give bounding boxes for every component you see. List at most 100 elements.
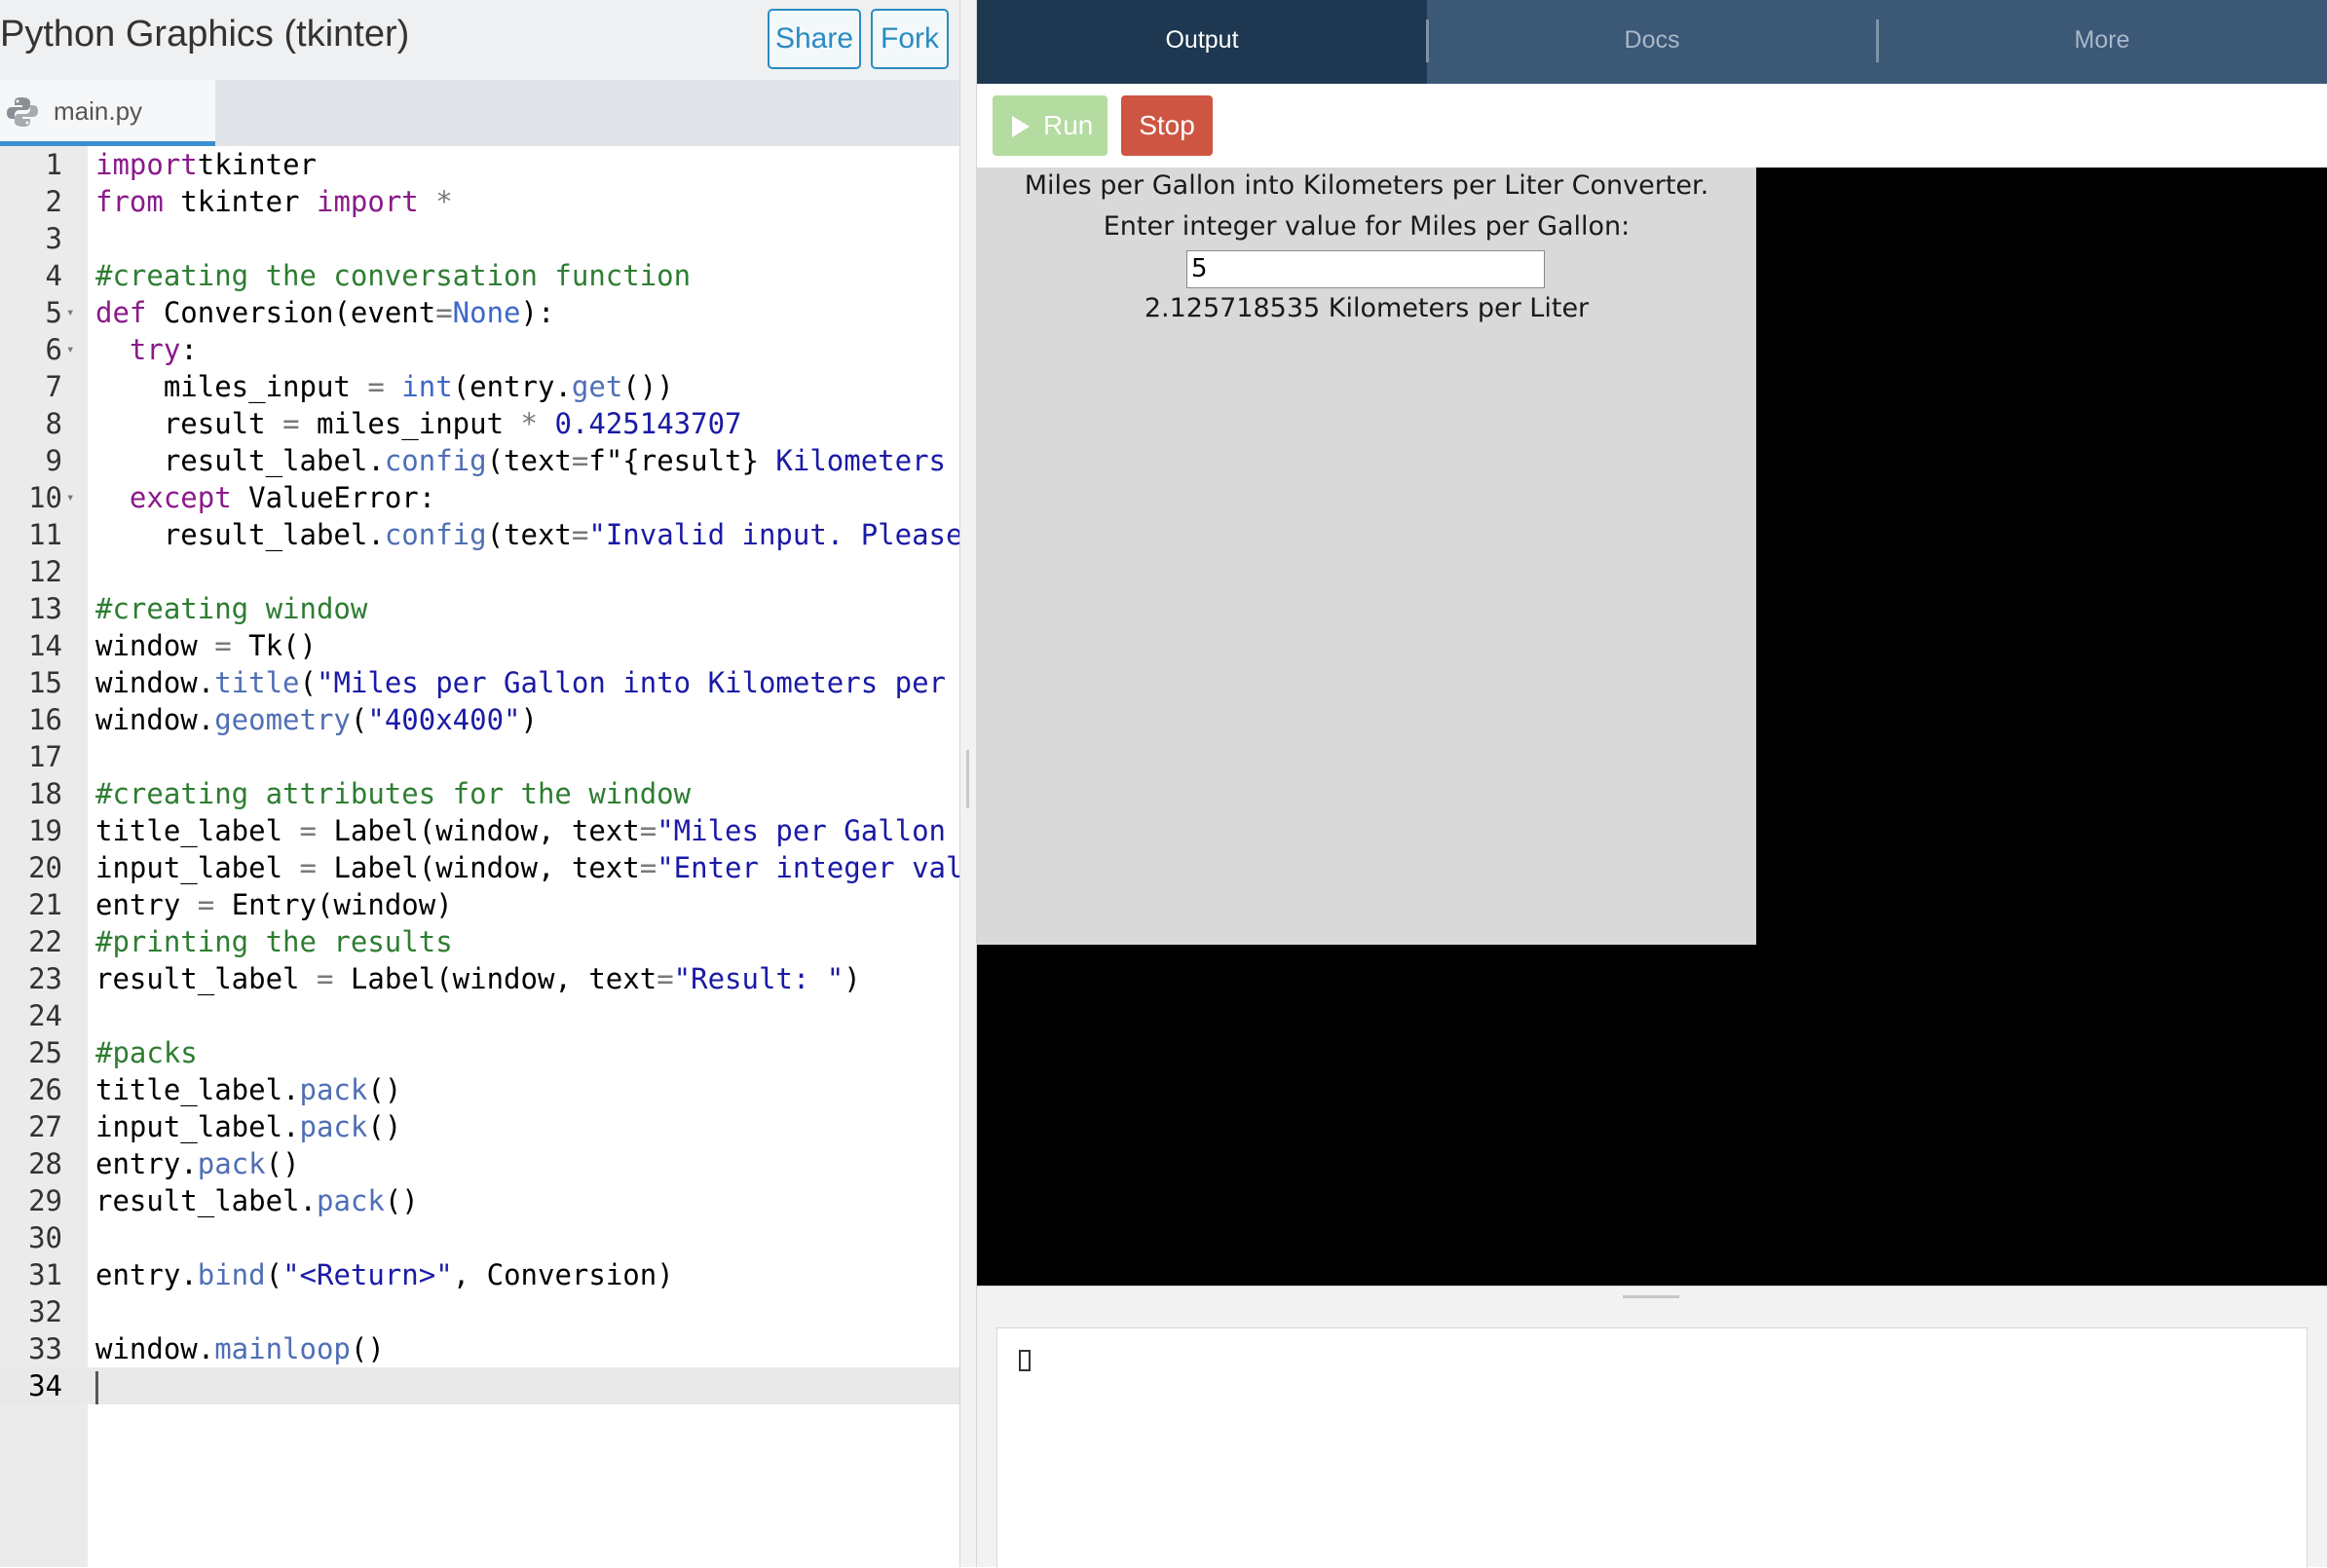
code-line[interactable]: 1 importtkinter [0, 146, 959, 183]
code-line[interactable]: 18 #creating attributes for the window [0, 775, 959, 812]
code-text: title_label = Label(window, text="Miles … [95, 812, 959, 849]
code-line[interactable]: 28 entry.pack() [0, 1145, 959, 1182]
code-line[interactable]: 20 input_label = Label(window, text="Ente… [0, 849, 959, 886]
line-number: 20 [28, 851, 62, 884]
output-tab-bar: Output Docs More [977, 0, 2327, 84]
code-text: title_label.pack() [95, 1071, 401, 1108]
code-token: = [282, 407, 300, 440]
code-line[interactable]: 21 entry = Entry(window) [0, 886, 959, 923]
code-line[interactable]: 9 result_label.config(text=f"{result} Ki… [0, 442, 959, 479]
fold-toggle-icon[interactable]: ▾ [66, 294, 74, 331]
code-token: pack [299, 1110, 368, 1143]
code-line[interactable]: 7 miles_input = int(entry.get()) [0, 368, 959, 405]
code-text: result_label.pack() [95, 1182, 419, 1219]
code-line[interactable]: 4 #creating the conversation function [0, 257, 959, 294]
code-token: #creating window [95, 592, 368, 625]
code-token: "Enter integer value [657, 851, 959, 884]
code-token: () [350, 1332, 385, 1365]
code-token: entry. [95, 1147, 198, 1180]
code-text: def Conversion(event=None): [95, 294, 554, 331]
code-line[interactable]: 31 entry.bind("<Return>", Conversion) [0, 1256, 959, 1293]
code-token: = [214, 629, 232, 662]
code-token: 0.425143707 [554, 407, 742, 440]
run-button[interactable]: Run [993, 95, 1107, 156]
code-line[interactable]: 23 result_label = Label(window, text="Res… [0, 960, 959, 997]
code-line[interactable]: 33 window.mainloop() [0, 1330, 959, 1367]
code-token: pack [316, 1184, 385, 1217]
line-number: 29 [28, 1184, 62, 1217]
code-line[interactable]: 11 result_label.config(text="Invalid inp… [0, 516, 959, 553]
code-line[interactable]: 27 input_label.pack() [0, 1108, 959, 1145]
code-editor[interactable]: 1 importtkinter 2 from tkinter import * 3 4 #c… [0, 146, 959, 1567]
code-token: ): [520, 296, 555, 329]
code-line[interactable]: 19 title_label = Label(window, text="Mile… [0, 812, 959, 849]
run-button-label: Run [1043, 110, 1094, 140]
fold-toggle-icon[interactable]: ▾ [66, 331, 74, 368]
tk-window: Miles per Gallon into Kilometers per Lit… [977, 168, 1756, 945]
stop-button[interactable]: Stop [1121, 95, 1213, 156]
code-token: ( [350, 703, 368, 736]
code-token: input_label. [95, 1110, 300, 1143]
file-tab-main-py[interactable]: main.py [0, 80, 215, 146]
tk-entry-field[interactable]: 5 [1186, 250, 1545, 288]
code-line[interactable]: 29 result_label.pack() [0, 1182, 959, 1219]
code-token: "Miles per Gallon ir [657, 814, 946, 847]
fold-toggle-icon[interactable]: ▾ [66, 479, 74, 516]
code-token: "<Return>" [282, 1258, 453, 1291]
code-line[interactable]: 10 ▾ except ValueError: [0, 479, 959, 516]
code-token: Tk() [231, 629, 317, 662]
code-line[interactable]: 32 [0, 1293, 959, 1330]
code-token: #creating attributes for the window [95, 777, 692, 810]
code-line[interactable]: 15 window.title("Miles per Gallon into Ki… [0, 664, 959, 701]
code-token: #printing the results [95, 925, 453, 958]
console-resize-handle[interactable] [1623, 1295, 1679, 1298]
code-token: = [571, 444, 589, 477]
code-line[interactable]: 12 [0, 553, 959, 590]
console-output[interactable] [996, 1327, 2308, 1568]
code-line[interactable]: 13 #creating window [0, 590, 959, 627]
code-line[interactable]: 16 window.geometry("400x400") [0, 701, 959, 738]
code-line[interactable]: 5 ▾ def Conversion(event=None): [0, 294, 959, 331]
code-token: result [95, 407, 283, 440]
code-line[interactable]: 2 from tkinter import * [0, 183, 959, 220]
code-line[interactable]: 3 [0, 220, 959, 257]
code-text: result_label = Label(window, text="Resul… [95, 960, 861, 997]
line-number: 16 [28, 703, 62, 736]
line-number: 7 [45, 370, 62, 403]
code-line[interactable]: 25 #packs [0, 1034, 959, 1071]
code-line[interactable]: 8 result = miles_input * 0.425143707 [0, 405, 959, 442]
pane-splitter[interactable] [959, 0, 977, 1567]
line-number: 8 [45, 407, 62, 440]
tab-more[interactable]: More [1877, 0, 2327, 84]
tab-docs[interactable]: Docs [1427, 0, 1877, 84]
code-line[interactable]: 6 ▾ try: [0, 331, 959, 368]
code-token: ( [265, 1258, 283, 1291]
code-line[interactable]: 14 window = Tk() [0, 627, 959, 664]
code-text: result = miles_input * 0.425143707 [95, 405, 742, 442]
share-button[interactable]: Share [768, 9, 861, 69]
line-number: 26 [28, 1073, 62, 1106]
code-token: ( [299, 666, 317, 699]
code-text: miles_input = int(entry.get()) [95, 368, 674, 405]
line-number: 3 [45, 222, 62, 255]
code-line[interactable]: 22 #printing the results [0, 923, 959, 960]
fork-button[interactable]: Fork [871, 9, 949, 69]
tk-result-label: 2.125718535 Kilometers per Liter [1144, 293, 1590, 323]
code-token: (text [486, 518, 572, 551]
code-line[interactable]: 24 [0, 997, 959, 1034]
project-title: Python Graphics (tkinter) [0, 14, 410, 55]
code-line[interactable]: 17 [0, 738, 959, 775]
code-token: "400x400" [367, 703, 521, 736]
code-token: None [452, 296, 521, 329]
code-token: "Invalid input. Please e [588, 518, 959, 551]
code-line[interactable]: 26 title_label.pack() [0, 1071, 959, 1108]
code-token: result_label [95, 962, 317, 995]
splitter-grip[interactable] [966, 750, 969, 808]
tab-output[interactable]: Output [977, 0, 1427, 84]
line-number: 33 [28, 1332, 62, 1365]
code-token: result_label. [95, 444, 385, 477]
line-number: 10 [28, 481, 62, 514]
code-line[interactable]: 34 [0, 1367, 959, 1404]
code-line[interactable]: 30 [0, 1219, 959, 1256]
